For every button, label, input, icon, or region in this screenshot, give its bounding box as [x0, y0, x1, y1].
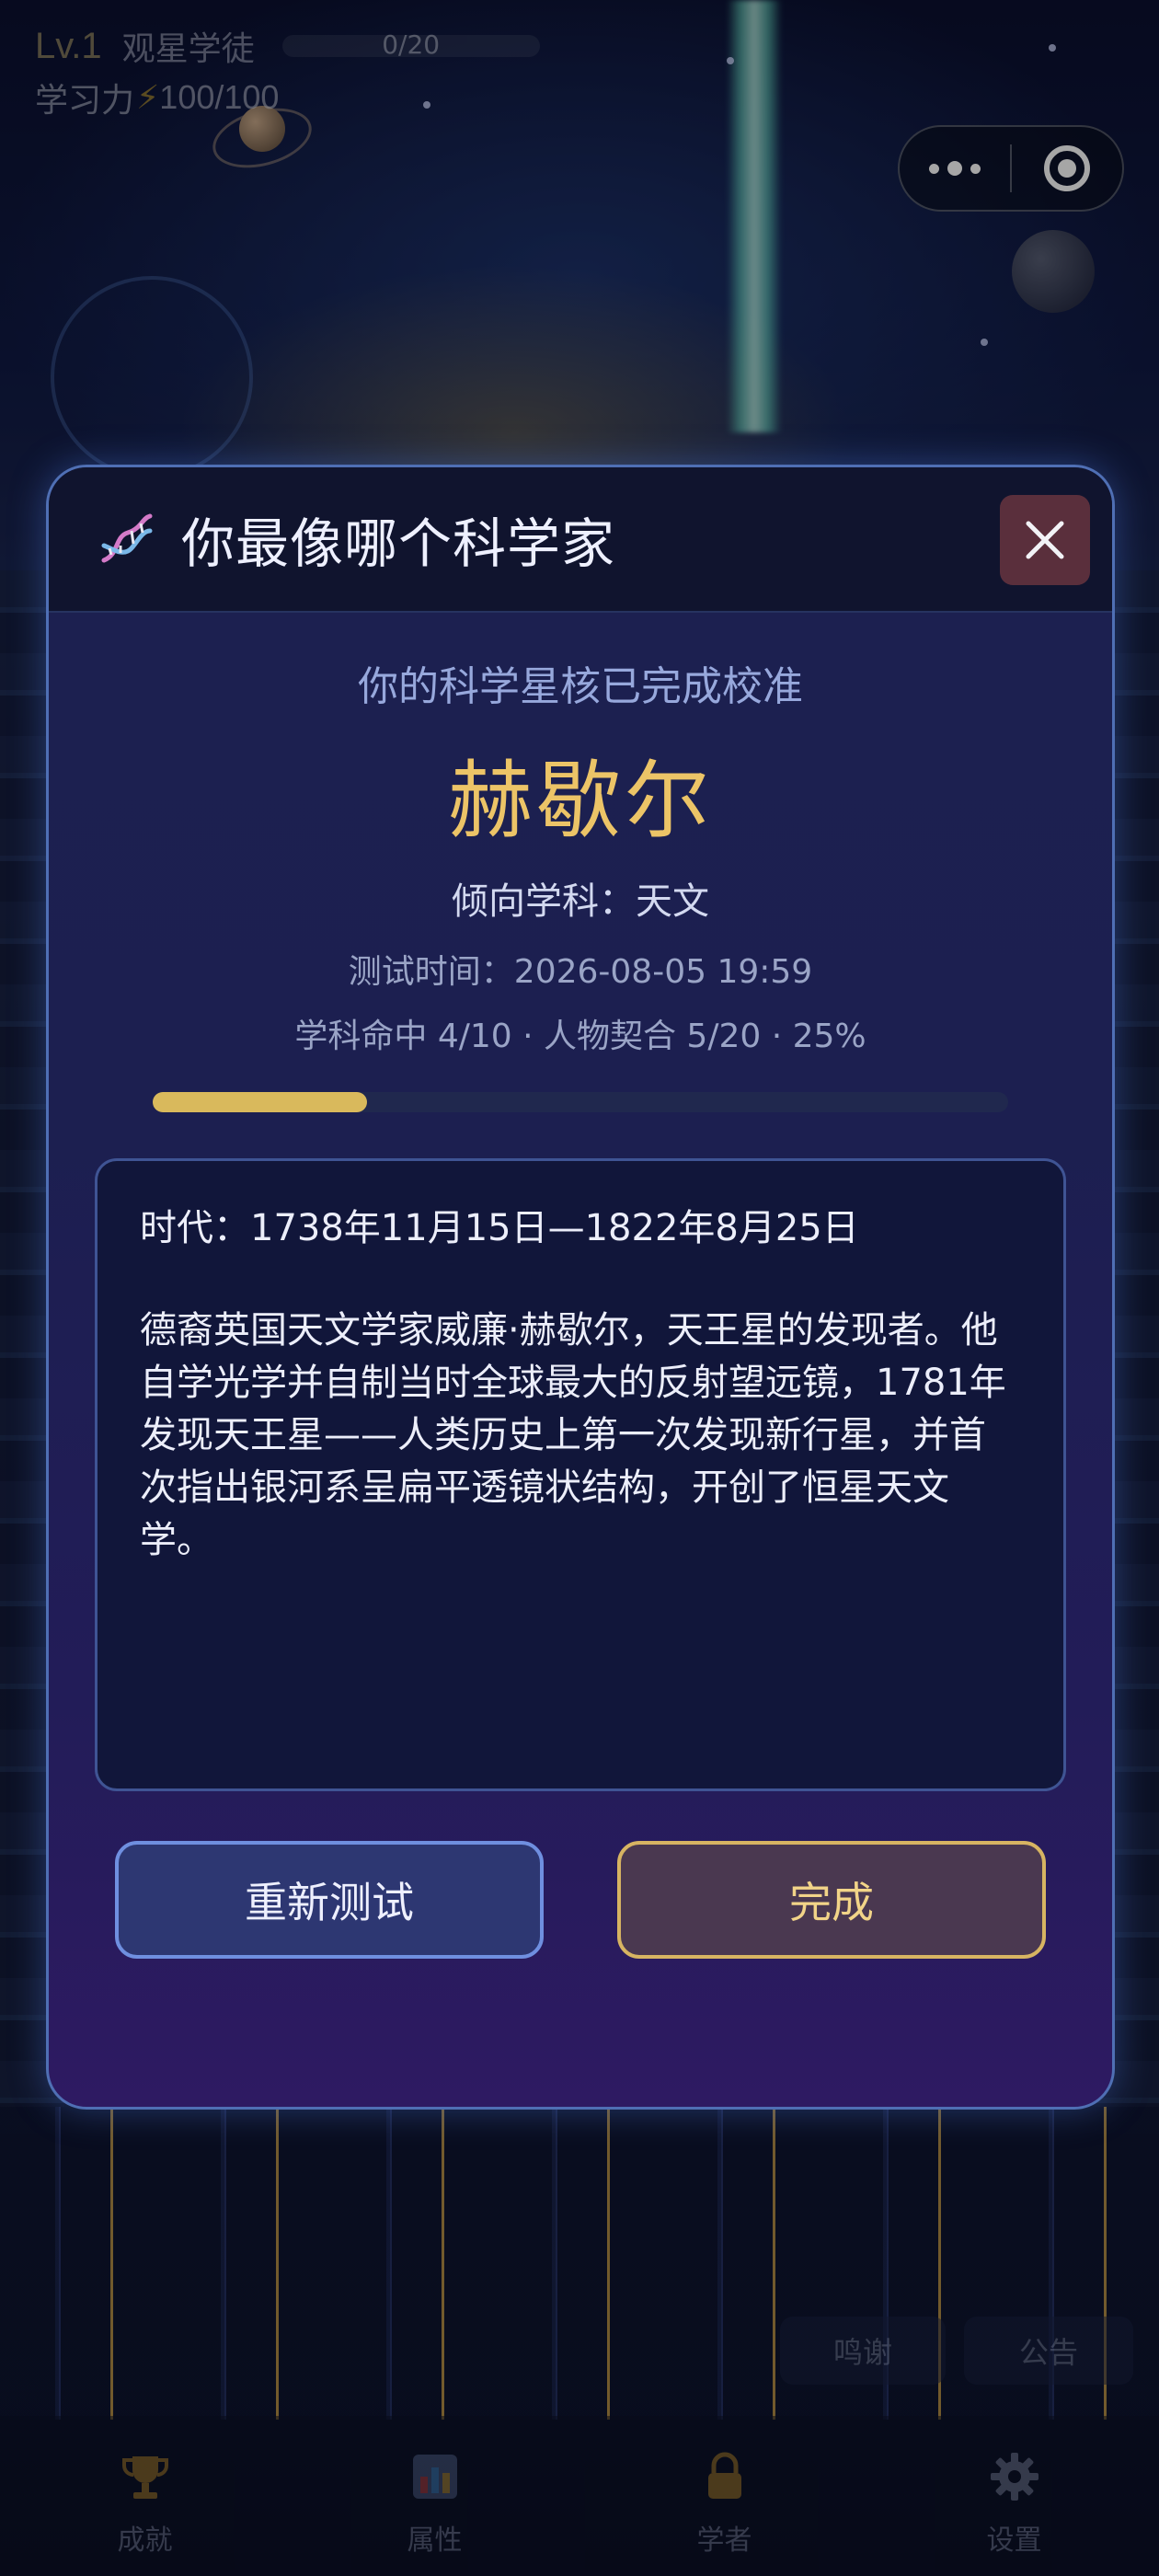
modal-header: 你最像哪个科学家: [49, 467, 1112, 613]
era-text: 时代：1738年11月15日—1822年8月25日: [140, 1207, 859, 1249]
modal-actions: 重新测试 完成: [49, 1841, 1112, 1959]
match-progress-fill: [153, 1092, 367, 1112]
test-time: 测试时间：2026-08-05 19:59: [348, 953, 813, 991]
modal-title: 你最像哪个科学家: [181, 512, 616, 575]
dna-icon: [101, 513, 153, 563]
discipline-label: 倾向学科：天文: [452, 880, 709, 923]
match-stats: 学科命中 4/10 · 人物契合 5/20 · 25%: [294, 1018, 866, 1055]
description-text: 德裔英国天文学家威廉·赫歇尔，天王星的发现者。他自学光学并自制当时全球最大的反射…: [140, 1309, 1006, 1561]
close-button[interactable]: [1000, 495, 1090, 585]
scientist-name: 赫歇尔: [447, 752, 713, 850]
result-modal: 你最像哪个科学家 你的科学星核已完成校准 赫歇尔 倾向学科：天文 测试时间：20…: [46, 465, 1115, 2110]
scientist-description-box: 时代：1738年11月15日—1822年8月25日 德裔英国天文学家威廉·赫歇尔…: [95, 1158, 1066, 1791]
done-button[interactable]: 完成: [617, 1841, 1046, 1959]
close-icon: [1026, 521, 1064, 559]
retry-button[interactable]: 重新测试: [115, 1841, 544, 1959]
match-progress-bar: [153, 1092, 1008, 1112]
calibration-subtitle: 你的科学星核已完成校准: [358, 663, 803, 710]
